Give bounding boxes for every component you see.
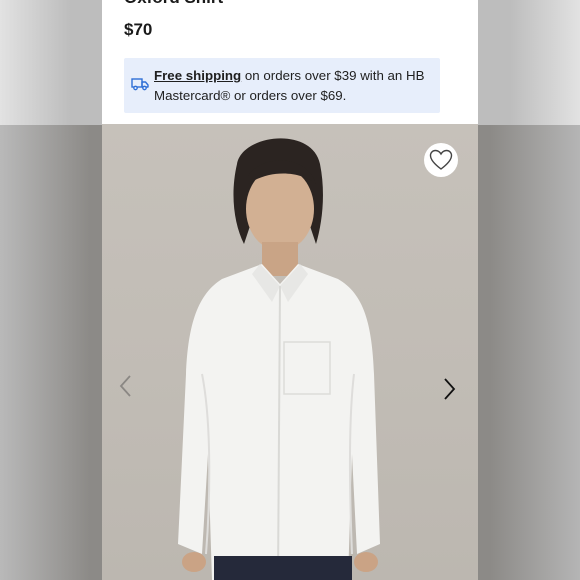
product-price: $70	[124, 20, 153, 39]
truck-icon	[131, 78, 149, 91]
favorite-button[interactable]	[424, 143, 458, 177]
previous-image-button[interactable]	[116, 372, 136, 400]
chevron-left-icon	[119, 375, 131, 397]
phone-screen: Oxford Shirt $70 Free shipping on orders…	[102, 0, 478, 580]
next-image-button[interactable]	[439, 375, 459, 403]
free-shipping-link[interactable]: Free shipping	[154, 68, 241, 83]
product-image[interactable]	[102, 124, 478, 580]
heart-icon	[429, 149, 453, 170]
promo-text: Free shipping on orders over $39 with an…	[154, 66, 436, 106]
chevron-right-icon	[444, 378, 456, 400]
model-photo	[178, 138, 380, 580]
product-title: Oxford Shirt	[124, 0, 223, 8]
shipping-promo-banner: Free shipping on orders over $39 with an…	[124, 58, 440, 113]
